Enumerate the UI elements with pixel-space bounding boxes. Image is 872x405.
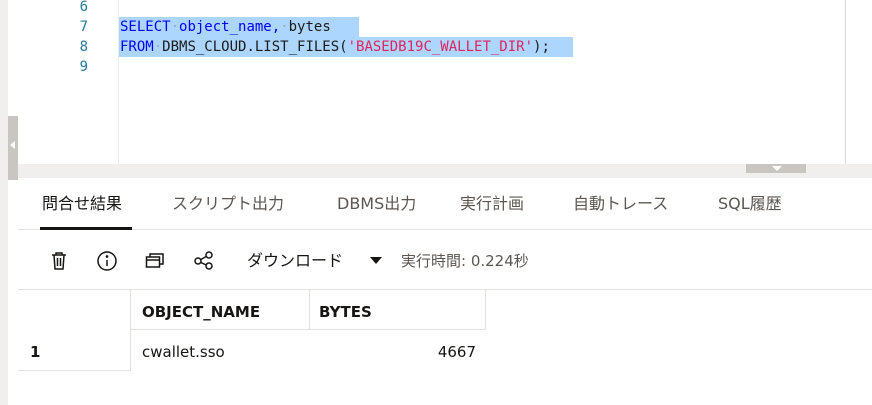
sql-identifier: bytes — [288, 19, 331, 35]
column-header-bytes[interactable]: BYTES — [319, 302, 372, 322]
collapse-down-icon — [772, 166, 782, 171]
chevron-down-icon[interactable] — [370, 257, 382, 264]
download-menu-button[interactable]: ダウンロード — [247, 248, 343, 274]
trash-icon[interactable] — [48, 250, 70, 272]
tab-dbms-output[interactable]: DBMS出力 — [337, 178, 416, 230]
tab-explain-plan[interactable]: 実行計画 — [460, 178, 524, 230]
execution-time: 実行時間: 0.224秒 — [401, 252, 529, 270]
share-icon[interactable] — [193, 250, 215, 272]
code-line-7: SELECT·object_name,·bytes — [120, 19, 331, 35]
collapse-left-icon — [10, 141, 15, 149]
sql-punctuation: ); — [533, 39, 550, 55]
editor-scrollbar[interactable] — [845, 0, 872, 164]
tab-sql-history[interactable]: SQL履歴 — [718, 178, 782, 230]
line-number: 8 — [79, 39, 88, 55]
results-tabs: 問合せ結果 スクリプト出力 DBMS出力 実行計画 自動トレース SQL履歴 — [18, 178, 872, 230]
line-number: 6 — [79, 0, 88, 15]
sql-function: DBMS_CLOUD.LIST_FILES( — [162, 39, 348, 55]
line-number: 9 — [79, 59, 88, 75]
results-toolbar: ダウンロード 実行時間: 0.224秒 — [18, 231, 872, 289]
sql-string: 'BASEDB19C_WALLET_DIR' — [347, 39, 534, 55]
column-header-object-name[interactable]: OBJECT_NAME — [142, 302, 260, 322]
tab-script-output[interactable]: スクリプト出力 — [172, 178, 284, 230]
row-number: 1 — [30, 343, 41, 361]
window-icon[interactable] — [144, 250, 166, 272]
cell-object-name[interactable]: cwallet.sso — [142, 342, 225, 362]
sql-editor[interactable]: 6 7 8 9 SELECT·object_name,·bytes FROM·D… — [18, 0, 845, 164]
sql-identifier: object_name, — [179, 19, 281, 35]
info-icon[interactable] — [96, 250, 118, 272]
tab-query-result[interactable]: 問合せ結果 — [42, 178, 122, 230]
code-line-8: FROM·DBMS_CLOUD.LIST_FILES('BASEDB19C_WA… — [120, 39, 550, 55]
cell-bytes[interactable]: 4667 — [398, 342, 476, 362]
line-number: 7 — [79, 19, 88, 35]
active-tab-indicator — [40, 227, 132, 230]
sql-keyword: FROM — [120, 39, 154, 55]
left-panel-strip — [0, 0, 8, 405]
tab-autotrace[interactable]: 自動トレース — [573, 178, 668, 230]
sql-keyword: SELECT — [120, 19, 171, 35]
editor-results-splitter[interactable] — [18, 164, 872, 178]
results-grid: OBJECT_NAME BYTES 1 cwallet.sso 4667 — [18, 289, 872, 405]
